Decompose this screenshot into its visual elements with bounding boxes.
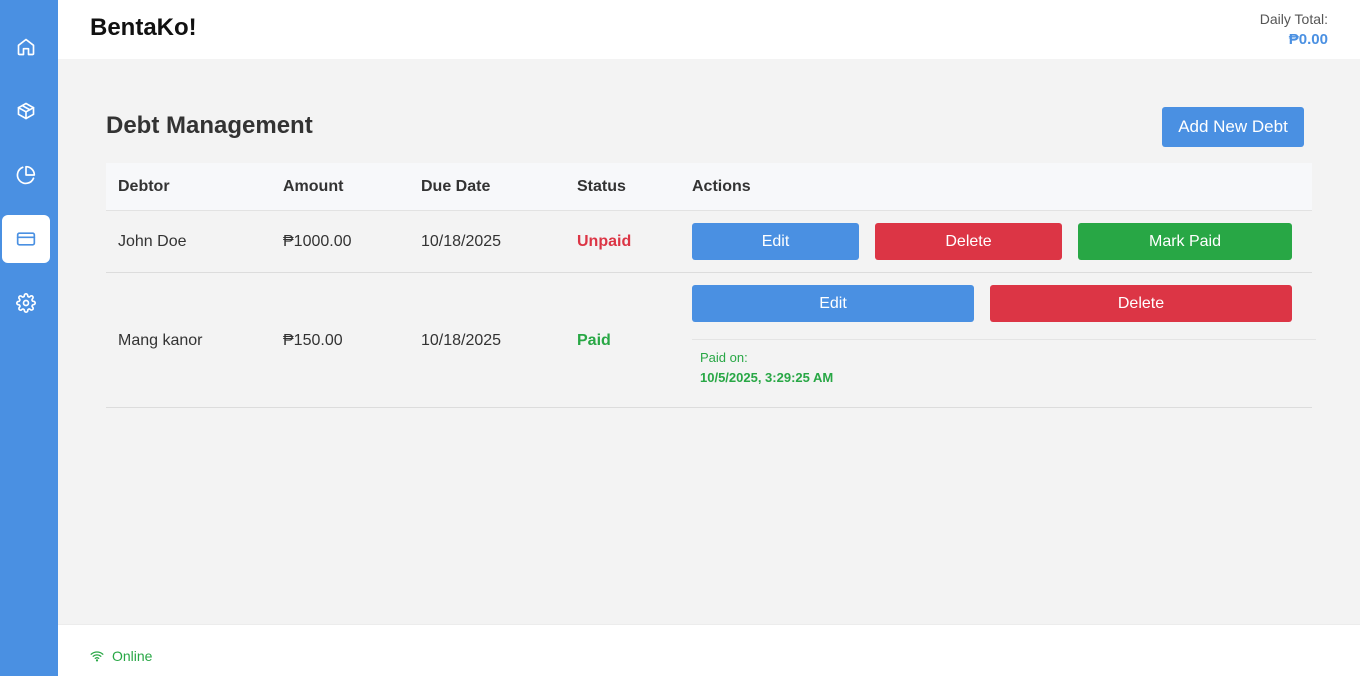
due-date: 10/18/2025 [421,332,502,349]
sidebar-item-settings[interactable] [2,279,50,327]
debtor-name: John Doe [118,233,187,250]
column-header-actions: Actions [692,178,751,195]
sidebar-item-home[interactable] [2,23,50,71]
delete-button[interactable]: Delete [875,223,1062,260]
wifi-icon [90,651,104,662]
add-new-debt-button[interactable]: Add New Debt [1162,107,1304,147]
app-brand: BentaKo! [90,14,197,41]
debtor-name: Mang kanor [118,332,203,349]
top-bar: BentaKo! Daily Total: ₱0.00 [58,0,1360,59]
column-header-debtor: Debtor [118,178,170,195]
home-icon [17,38,35,56]
connection-status: Online [90,648,152,664]
footer: Online [58,624,1360,676]
edit-button[interactable]: Edit [692,285,974,322]
page-title: Debt Management [106,112,313,139]
status-badge: Paid [577,332,611,349]
column-header-due-date: Due Date [421,178,491,195]
sidebar-item-products[interactable] [2,87,50,135]
gear-icon [16,293,36,313]
divider [692,339,1316,340]
table-row: John Doe ₱1000.00 10/18/2025 Unpaid Edit… [106,211,1312,273]
due-date: 10/18/2025 [421,233,502,250]
credit-card-icon [16,232,36,246]
pie-chart-icon [16,165,36,185]
debt-table: Debtor Amount Due Date Status Actions Jo… [106,163,1316,408]
daily-total-label: Daily Total: [1259,11,1328,27]
column-header-amount: Amount [283,178,344,195]
box-icon [17,102,35,120]
connection-status-label: Online [112,648,153,664]
edit-button[interactable]: Edit [692,223,859,260]
sidebar-item-reports[interactable] [2,151,50,199]
daily-total-value: ₱0.00 [1288,31,1328,48]
column-header-status: Status [577,178,626,195]
sidebar [0,0,58,676]
debt-amount: ₱150.00 [283,332,343,349]
table-row: Mang kanor ₱150.00 10/18/2025 Paid Edit … [106,273,1316,408]
debt-amount: ₱1000.00 [283,233,352,250]
sidebar-item-debts[interactable] [2,215,50,263]
delete-button[interactable]: Delete [990,285,1292,322]
paid-on-date: 10/5/2025, 3:29:25 AM [700,370,834,385]
table-header: Debtor Amount Due Date Status Actions [106,163,1312,211]
paid-on-label: Paid on: [700,350,748,365]
status-badge: Unpaid [577,233,632,250]
mark-paid-button[interactable]: Mark Paid [1078,223,1292,260]
